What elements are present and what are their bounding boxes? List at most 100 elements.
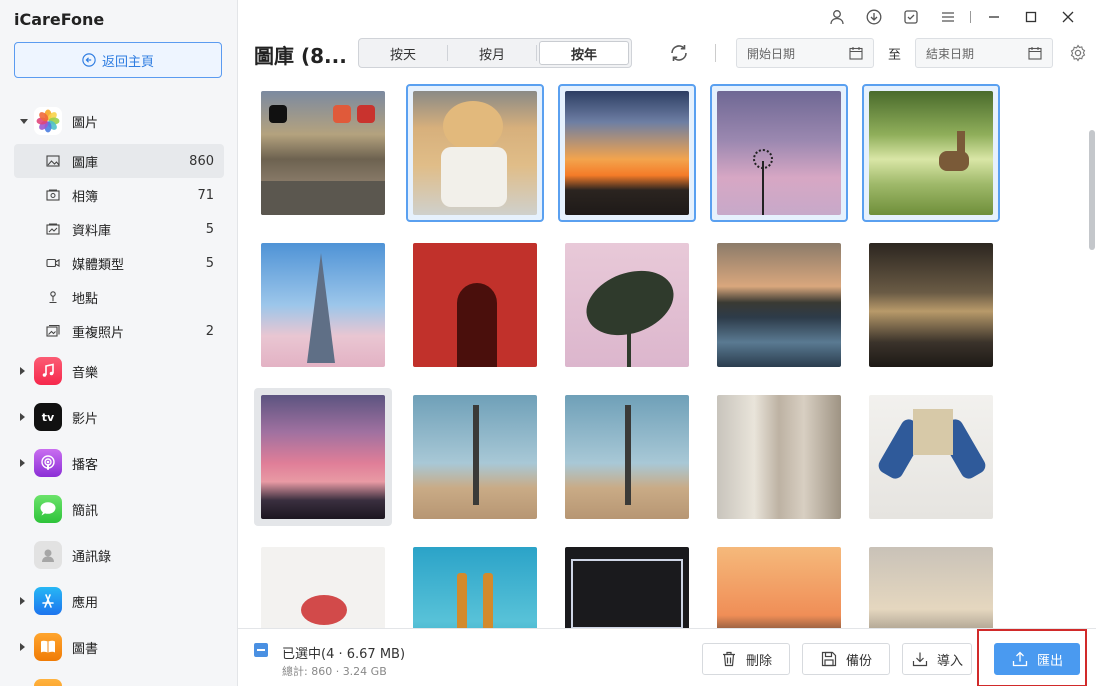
divider: [715, 44, 716, 62]
menu-button[interactable]: [929, 6, 966, 28]
photo-image: [717, 395, 841, 519]
sidebar-category-apps[interactable]: 應用: [0, 578, 237, 624]
sidebar-category-contacts[interactable]: 通訊錄: [0, 532, 237, 578]
video-camera-icon: [46, 258, 60, 268]
photo-thumbnail[interactable]: [862, 540, 1000, 628]
maximize-button[interactable]: [1012, 6, 1049, 28]
backup-button[interactable]: 備份: [802, 643, 890, 675]
app-window: iCareFone 返回主頁 圖片 圖庫 860 相簿 71 資料庫 5 媒體類…: [0, 0, 1096, 686]
calendar-icon[interactable]: [849, 46, 863, 60]
photo-image: [565, 243, 689, 367]
sidebar-item-label: 地點: [72, 291, 99, 307]
photo-thumbnail[interactable]: [406, 388, 544, 526]
sidebar-category-label: 通訊錄: [72, 549, 112, 565]
import-button[interactable]: 導入: [902, 643, 972, 675]
refresh-icon[interactable]: [668, 42, 690, 64]
photo-image: [261, 91, 385, 215]
trash-icon: [722, 651, 735, 667]
expand-arrow-icon[interactable]: [20, 643, 25, 651]
scrollbar-thumb[interactable]: [1089, 130, 1095, 250]
tab-by-month[interactable]: 按月: [447, 45, 537, 63]
sidebar-item-media-types[interactable]: 媒體類型 5: [14, 246, 224, 280]
photo-image: [261, 547, 385, 628]
photo-thumbnail[interactable]: [254, 236, 392, 374]
sidebar-item-duplicates[interactable]: 重複照片 2: [14, 314, 224, 348]
sidebar-category-label: 應用: [72, 595, 99, 611]
sidebar-category-label: 播客: [72, 457, 99, 473]
account-button[interactable]: [818, 6, 855, 28]
sidebar-item-places[interactable]: 地點: [14, 280, 224, 314]
photo-thumbnail-selected[interactable]: [862, 84, 1000, 222]
sidebar-category-videos[interactable]: tv 影片: [0, 394, 237, 440]
photo-thumbnail[interactable]: [254, 388, 392, 526]
sidebar: iCareFone 返回主頁 圖片 圖庫 860 相簿 71 資料庫 5 媒體類…: [0, 0, 238, 686]
export-label: 匯出: [1036, 653, 1063, 669]
photo-thumbnail-selected[interactable]: [710, 84, 848, 222]
tab-by-day[interactable]: 按天: [359, 39, 447, 67]
delete-button[interactable]: 刪除: [702, 643, 790, 675]
photo-image: [413, 547, 537, 628]
select-all-checkbox[interactable]: [254, 643, 268, 657]
feedback-button[interactable]: [892, 6, 929, 28]
photo-thumbnail[interactable]: [254, 540, 392, 628]
app-title: iCareFone: [14, 10, 105, 29]
bottom-action-bar: 已選中(4 · 6.67 MB) 總計: 860 · 3.24 GB 刪除 備份…: [238, 628, 1096, 686]
tab-by-year[interactable]: 按年: [539, 41, 629, 65]
sidebar-category-bookmarks[interactable]: 書籤: [0, 670, 237, 686]
minimize-button[interactable]: [975, 6, 1012, 28]
photo-thumbnail-selected[interactable]: [558, 84, 696, 222]
end-date-field[interactable]: 結束日期: [915, 38, 1053, 68]
expand-arrow-icon[interactable]: [20, 459, 25, 467]
photo-thumbnail[interactable]: [406, 540, 544, 628]
end-date-placeholder: 結束日期: [926, 46, 975, 61]
minimize-icon: [988, 16, 999, 18]
photo-image: [413, 91, 537, 215]
sidebar-category-podcasts[interactable]: 播客: [0, 440, 237, 486]
expand-arrow-icon[interactable]: [20, 118, 28, 124]
window-controls: [818, 6, 1086, 28]
page-title: 圖庫 (8...: [254, 44, 347, 68]
sidebar-category-label: 圖書: [72, 641, 99, 657]
sidebar-category-photos[interactable]: 圖片: [0, 98, 237, 144]
sidebar-item-count: 860: [189, 153, 214, 169]
podcast-icon: [34, 449, 62, 477]
sidebar-category-label: 簡訊: [72, 503, 99, 519]
date-range-separator: 至: [888, 48, 902, 63]
photo-thumbnail[interactable]: [710, 540, 848, 628]
sidebar-category-music[interactable]: 音樂: [0, 348, 237, 394]
photo-thumbnail[interactable]: [862, 236, 1000, 374]
import-icon: [912, 652, 928, 667]
photo-thumbnail-selected[interactable]: [406, 84, 544, 222]
photo-image: [261, 395, 385, 519]
close-button[interactable]: [1049, 6, 1086, 28]
photo-image: [869, 243, 993, 367]
start-date-placeholder: 開始日期: [747, 46, 796, 61]
export-button[interactable]: 匯出: [994, 643, 1080, 675]
photo-thumbnail[interactable]: [558, 388, 696, 526]
expand-arrow-icon[interactable]: [20, 597, 25, 605]
calendar-icon[interactable]: [1028, 46, 1042, 60]
photo-thumbnail[interactable]: [406, 236, 544, 374]
photo-thumbnail[interactable]: [254, 84, 392, 222]
backup-label: 備份: [845, 653, 872, 669]
photo-thumbnail[interactable]: [862, 388, 1000, 526]
save-icon: [821, 651, 837, 667]
sidebar-item-library[interactable]: 圖庫 860: [14, 144, 224, 178]
gear-icon[interactable]: [1069, 44, 1087, 62]
expand-arrow-icon[interactable]: [20, 413, 25, 421]
back-home-button[interactable]: 返回主頁: [14, 42, 222, 78]
photo-image: [565, 91, 689, 215]
menu-icon: [941, 12, 954, 22]
photo-thumbnail[interactable]: [558, 540, 696, 628]
sidebar-category-messages[interactable]: 簡訊: [0, 486, 237, 532]
download-button[interactable]: [855, 6, 892, 28]
start-date-field[interactable]: 開始日期: [736, 38, 874, 68]
maximize-icon: [1025, 11, 1036, 23]
sidebar-item-albums[interactable]: 相簿 71: [14, 178, 224, 212]
sidebar-item-database[interactable]: 資料庫 5: [14, 212, 224, 246]
sidebar-category-books[interactable]: 圖書: [0, 624, 237, 670]
photo-thumbnail[interactable]: [710, 388, 848, 526]
photo-thumbnail[interactable]: [710, 236, 848, 374]
expand-arrow-icon[interactable]: [20, 367, 25, 375]
photo-thumbnail[interactable]: [558, 236, 696, 374]
